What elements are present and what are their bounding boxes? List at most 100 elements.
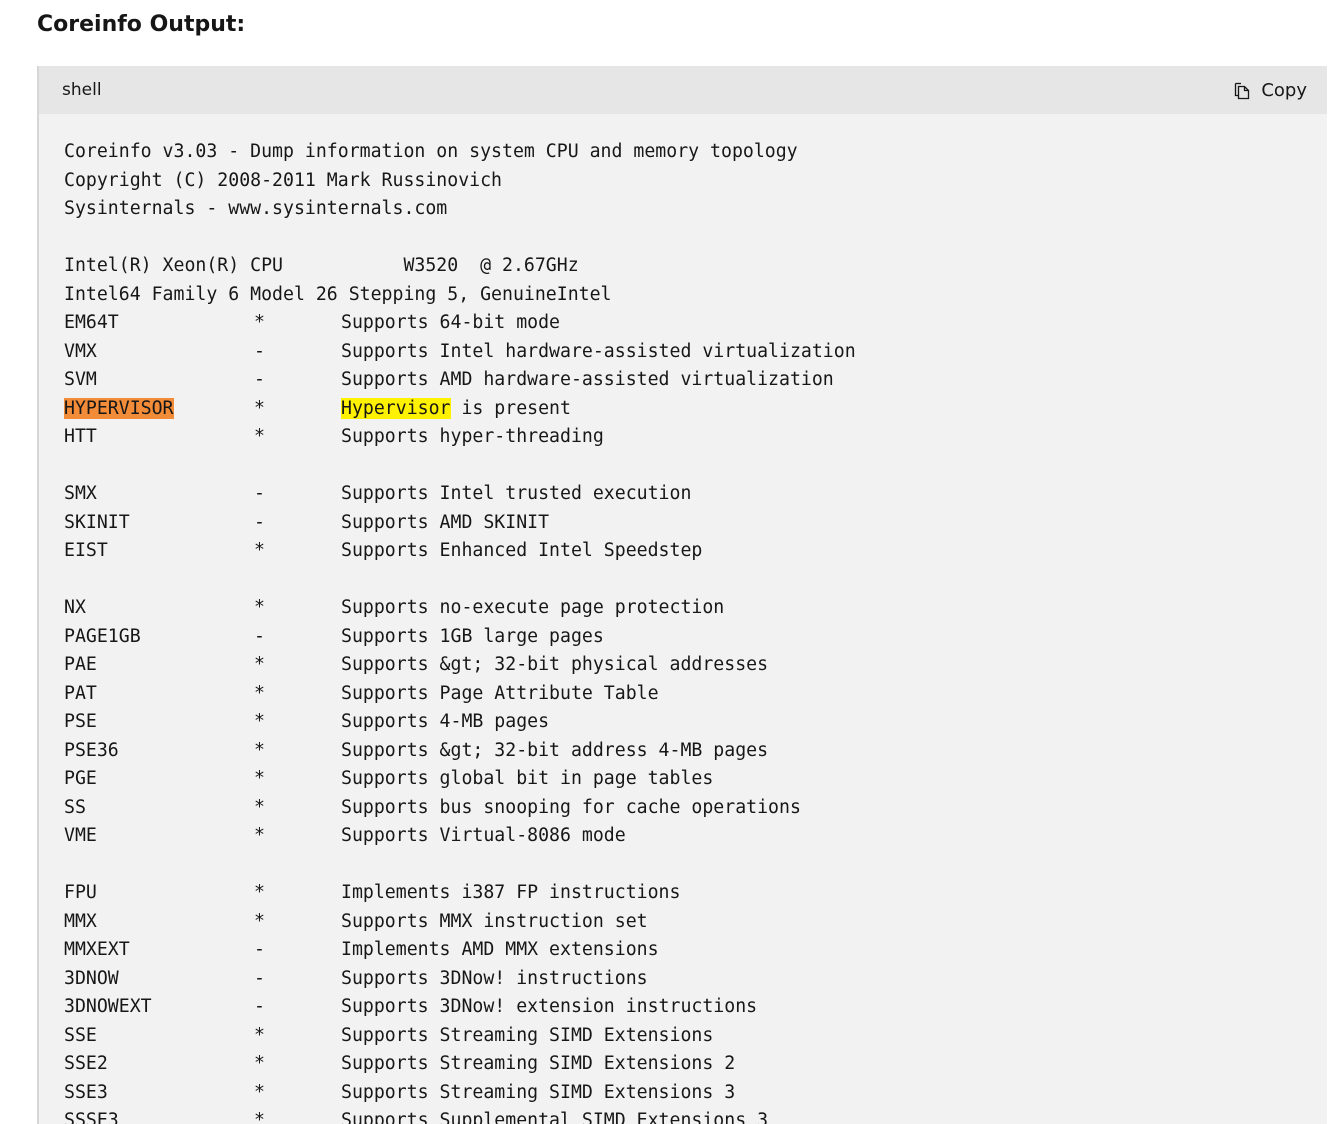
feature-name-text: MMXEXT [64,939,130,960]
copy-button-label: Copy [1261,79,1307,101]
feature-flag: - [254,996,265,1017]
feature-row-em64t: EM64T * Supports 64-bit mode [64,309,856,338]
feature-description: Supports global bit in page tables [341,768,714,789]
feature-row-vmx: VMX - Supports Intel hardware-assisted vir… [64,338,856,367]
feature-name-text: EIST [64,540,108,561]
feature-name: SSE [64,1022,254,1051]
feature-description: Supports Enhanced Intel Speedstep [341,540,703,561]
feature-name: SMX [64,480,254,509]
feature-description: Supports Page Attribute Table [341,682,659,704]
code-line: Coreinfo v3.03 - Dump information on sys… [64,141,798,162]
feature-description: Supports 3DNow! instructions [341,967,648,989]
feature-row-page1gb: PAGE1GB - Supports 1GB large pages [64,623,856,652]
feature-name-text: SKINIT [64,511,130,533]
feature-name: SKINIT [64,509,254,538]
feature-name: PSE [64,708,254,737]
feature-name: NX [64,594,254,623]
feature-name-text: PAT [64,682,97,704]
feature-row-sse: SSE * Supports Streaming SIMD Extensions [64,1022,856,1051]
feature-row-3dnowext: 3DNOWEXT - Supports 3DNow! extension instr… [64,993,856,1022]
feature-name-text: PAGE1GB [64,625,141,647]
feature-row-eist: EIST * Supports Enhanced Intel Speedstep [64,537,856,566]
feature-description: Supports AMD SKINIT [341,511,550,533]
feature-name: SSE2 [64,1050,254,1079]
feature-name: PAT [64,680,254,709]
code-header: shell Copy [39,66,1327,114]
feature-name: MMXEXT [64,936,254,965]
feature-row-pge: PGE * Supports global bit in page tables [64,765,856,794]
feature-description: Supports 64-bit mode [341,312,560,333]
feature-name: SSE3 [64,1079,254,1108]
feature-name: 3DNOWEXT [64,993,254,1022]
feature-row-vme: VME * Supports Virtual-8086 mode [64,822,856,851]
feature-flag: * [254,654,265,675]
feature-flag: - [254,340,265,362]
feature-name: SS [64,794,254,823]
feature-name: EIST [64,537,254,566]
feature-name: FPU [64,879,254,908]
feature-name: VMX [64,338,254,367]
feature-row-pat: PAT * Supports Page Attribute Table [64,680,856,709]
feature-flag: * [254,1110,265,1124]
code-line: Copyright (C) 2008-2011 Mark Russinovich [64,169,502,191]
feature-name-text: 3DNOW [64,967,119,989]
feature-description: Supports Streaming SIMD Extensions [341,1024,714,1046]
code-block: shell Copy Coreinfo v3.03 - Dump informa… [37,66,1327,1124]
feature-description: Supports Intel hardware-assisted virtual… [341,340,856,362]
feature-name: PSE36 [64,737,254,766]
feature-flag: * [254,597,265,618]
feature-flag: * [254,312,265,333]
feature-row-skinit: SKINIT - Supports AMD SKINIT [64,509,856,538]
feature-description: Supports Streaming SIMD Extensions 3 [341,1081,736,1103]
feature-name: SSSE3 [64,1107,254,1124]
feature-name: PGE [64,765,254,794]
feature-row-mmx: MMX * Supports MMX instruction set [64,908,856,937]
feature-name: VME [64,822,254,851]
feature-description: Supports AMD hardware-assisted virtualiz… [341,369,834,390]
copy-button[interactable]: Copy [1232,80,1307,101]
feature-row-ss: SS * Supports bus snooping for cache opera… [64,794,856,823]
feature-flag: * [254,540,265,561]
feature-name-text: MMX [64,910,97,932]
feature-name: HYPERVISOR [64,395,254,424]
feature-flag: - [254,967,265,989]
feature-name-text: PSE [64,711,97,732]
feature-name-text: SSSE3 [64,1110,119,1124]
search-match-primary: HYPERVISOR [64,397,174,419]
feature-name: HTT [64,423,254,452]
feature-flag: * [254,882,265,903]
feature-description: Supports Streaming SIMD Extensions 2 [341,1053,736,1074]
feature-flag: - [254,511,265,533]
feature-row-smx: SMX - Supports Intel trusted execution [64,480,856,509]
feature-description: Supports &gt; 32-bit address 4-MB pages [341,739,769,761]
feature-row-pse36: PSE36 * Supports &gt; 32-bit address 4-MB … [64,737,856,766]
feature-name-text: FPU [64,882,97,903]
feature-name-text: 3DNOWEXT [64,996,152,1017]
feature-name-text: NX [64,597,86,618]
feature-list: EM64T * Supports 64-bit mode VMX - Supports I… [64,309,856,1124]
feature-description: Supports hyper-threading [341,426,604,447]
feature-flag: - [254,369,265,390]
section-heading: Coreinfo Output: [37,12,246,37]
feature-name: PAGE1GB [64,623,254,652]
feature-name-text: EM64T [64,312,119,333]
feature-description: Implements AMD MMX extensions [341,939,659,960]
code-line: Sysinternals - www.sysinternals.com [64,198,448,219]
feature-name-text: PGE [64,768,97,789]
feature-name-text: SS [64,796,86,818]
feature-description: Supports bus snooping for cache operatio… [341,796,801,818]
feature-row-hypervisor: HYPERVISOR * Hypervisor is present [64,395,856,424]
feature-description: Supports 1GB large pages [341,625,604,647]
feature-name-text: SSE [64,1024,97,1046]
feature-flag: * [254,768,265,789]
code-line: Intel64 Family 6 Model 26 Stepping 5, Ge… [64,283,612,305]
feature-flag: * [254,711,265,732]
feature-name-text: VME [64,825,97,846]
feature-name-text: PSE36 [64,739,119,761]
feature-description: Implements i387 FP instructions [341,882,681,903]
feature-flag: - [254,483,265,504]
feature-row-svm: SVM - Supports AMD hardware-assisted virtu… [64,366,856,395]
feature-row-pse: PSE * Supports 4-MB pages [64,708,856,737]
feature-description: Supports no-execute page protection [341,597,725,618]
